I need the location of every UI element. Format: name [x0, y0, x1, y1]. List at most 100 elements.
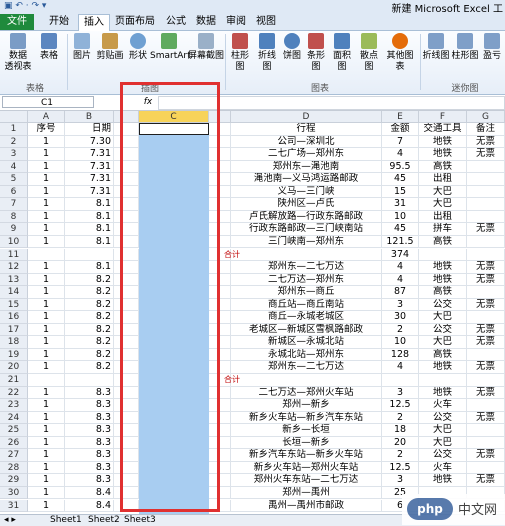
table-cell[interactable]: 8.2	[65, 348, 114, 362]
row-header[interactable]: 9	[0, 223, 28, 236]
table-cell[interactable]: 8.2	[65, 298, 114, 312]
table-cell[interactable]: 无票	[467, 298, 505, 312]
table-cell[interactable]: 4	[382, 148, 419, 161]
table-cell[interactable]: 地铁	[419, 135, 467, 149]
sparkline-winloss-button[interactable]: 盈亏	[480, 33, 504, 62]
table-cell[interactable]: 日期	[65, 123, 114, 136]
bar-chart-button[interactable]: 条形图	[303, 33, 329, 73]
table-cell[interactable]: 新乡火车站—新乡汽车东站	[231, 411, 382, 425]
column-header-e[interactable]: E	[382, 111, 419, 123]
table-cell[interactable]: 1	[28, 499, 65, 513]
table-cell[interactable]: 8.3	[65, 449, 114, 462]
sheet-tab-1[interactable]: Sheet1	[50, 515, 82, 526]
table-cell[interactable]: 1	[28, 449, 65, 462]
row-header[interactable]: 21	[0, 374, 28, 387]
row-header[interactable]: 31	[0, 499, 28, 513]
table-cell[interactable]: 高铁	[419, 286, 467, 299]
table-cell[interactable]: 1	[28, 185, 65, 199]
table-cell[interactable]: 1	[28, 273, 65, 287]
row-header[interactable]: 29	[0, 474, 28, 487]
table-cell[interactable]: 1	[28, 311, 65, 324]
table-cell[interactable]: 无票	[467, 449, 505, 462]
row-header[interactable]: 10	[0, 235, 28, 249]
table-cell[interactable]: 18	[382, 424, 419, 437]
table-cell[interactable]: 高铁	[419, 160, 467, 174]
table-cell[interactable]: 374	[382, 248, 419, 262]
table-cell[interactable]: 8.3	[65, 399, 114, 412]
picture-button[interactable]: 图片	[70, 33, 94, 62]
table-cell[interactable]: 郑州东—商丘	[231, 286, 382, 299]
table-cell[interactable]: 7.31	[65, 160, 114, 174]
table-cell[interactable]: 地铁	[419, 474, 467, 487]
table-cell[interactable]: 大巴	[419, 185, 467, 199]
table-cell[interactable]	[65, 374, 114, 387]
table-cell[interactable]	[65, 248, 114, 262]
sparkline-column-button[interactable]: 柱形图	[451, 33, 479, 62]
table-cell[interactable]: 12.5	[382, 461, 419, 475]
tab-data[interactable]: 数据	[191, 15, 221, 29]
quick-access-toolbar[interactable]: ▣ ↶ · ↷ ▾	[4, 1, 46, 11]
table-cell[interactable]: 无票	[467, 336, 505, 349]
table-cell[interactable]: 义马—三门峡	[231, 185, 382, 199]
table-cell[interactable]: 地铁	[419, 261, 467, 274]
table-cell[interactable]: 高铁	[419, 235, 467, 249]
row-header[interactable]: 23	[0, 399, 28, 412]
table-cell[interactable]: 20	[382, 436, 419, 450]
tab-home[interactable]: 开始	[44, 15, 74, 29]
sheet-tab-2[interactable]: Sheet2	[88, 515, 120, 526]
table-cell[interactable]	[467, 173, 505, 186]
table-cell[interactable]: 1	[28, 261, 65, 274]
area-chart-button[interactable]: 面积图	[329, 33, 355, 73]
table-cell[interactable]: 8.2	[65, 311, 114, 324]
table-cell[interactable]: 95.5	[382, 160, 419, 174]
table-cell[interactable]	[382, 374, 419, 387]
table-cell[interactable]: 1	[28, 424, 65, 437]
table-cell[interactable]: 1	[28, 474, 65, 487]
select-all-corner[interactable]	[0, 111, 28, 123]
table-cell[interactable]: 87	[382, 286, 419, 299]
table-cell[interactable]: 8.1	[65, 261, 114, 274]
table-cell[interactable]: 7.31	[65, 148, 114, 161]
tab-file[interactable]: 文件	[0, 14, 34, 30]
table-cell[interactable]: 新城区—永城北站	[231, 336, 382, 349]
table-cell[interactable]: 永城北站—郑州东	[231, 348, 382, 362]
table-cell[interactable]	[467, 160, 505, 174]
table-cell[interactable]: 无票	[467, 148, 505, 161]
row-header[interactable]: 6	[0, 185, 28, 199]
row-header[interactable]: 16	[0, 311, 28, 324]
table-cell[interactable]: 1	[28, 298, 65, 312]
table-cell[interactable]: 郑州火车东站—二七万达	[231, 474, 382, 487]
table-cell[interactable]: 大巴	[419, 336, 467, 349]
table-cell[interactable]: 8.2	[65, 286, 114, 299]
row-header[interactable]: 2	[0, 135, 28, 149]
table-cell[interactable]: 1	[28, 461, 65, 475]
table-cell[interactable]: 1	[28, 198, 65, 211]
table-cell[interactable]: 45	[382, 223, 419, 236]
row-header[interactable]: 15	[0, 298, 28, 312]
table-cell[interactable]: 3	[382, 386, 419, 400]
table-cell[interactable]: 二七万达—郑州火车站	[231, 386, 382, 400]
table-cell[interactable]: 1	[28, 336, 65, 349]
other-charts-button[interactable]: 其他图表	[383, 33, 417, 73]
column-chart-button[interactable]: 柱形图	[227, 33, 253, 73]
table-cell[interactable]: 高铁	[419, 348, 467, 362]
table-cell[interactable]: 3	[382, 474, 419, 487]
row-header[interactable]: 24	[0, 411, 28, 425]
sheet-tab-3[interactable]: Sheet3	[124, 515, 156, 526]
row-header[interactable]: 22	[0, 386, 28, 400]
table-cell[interactable]: 地铁	[419, 273, 467, 287]
table-cell[interactable]: 行政东路邮政—三门峡南站	[231, 223, 382, 236]
table-cell[interactable]: 郑州东—二七万达	[231, 361, 382, 374]
name-box[interactable]: C1	[2, 96, 94, 108]
table-cell[interactable]: 7.31	[65, 185, 114, 199]
table-cell[interactable]: 8.1	[65, 223, 114, 236]
table-cell[interactable]: 7.31	[65, 173, 114, 186]
row-header[interactable]: 19	[0, 348, 28, 362]
table-cell[interactable]: 郑州—新乡	[231, 399, 382, 412]
tab-page-layout[interactable]: 页面布局	[112, 15, 158, 29]
table-cell[interactable]: 拼车	[419, 223, 467, 236]
row-header[interactable]: 27	[0, 449, 28, 462]
table-cell[interactable]: 长垣—新乡	[231, 436, 382, 450]
table-cell[interactable]	[419, 248, 467, 262]
table-cell[interactable]: 8.3	[65, 436, 114, 450]
